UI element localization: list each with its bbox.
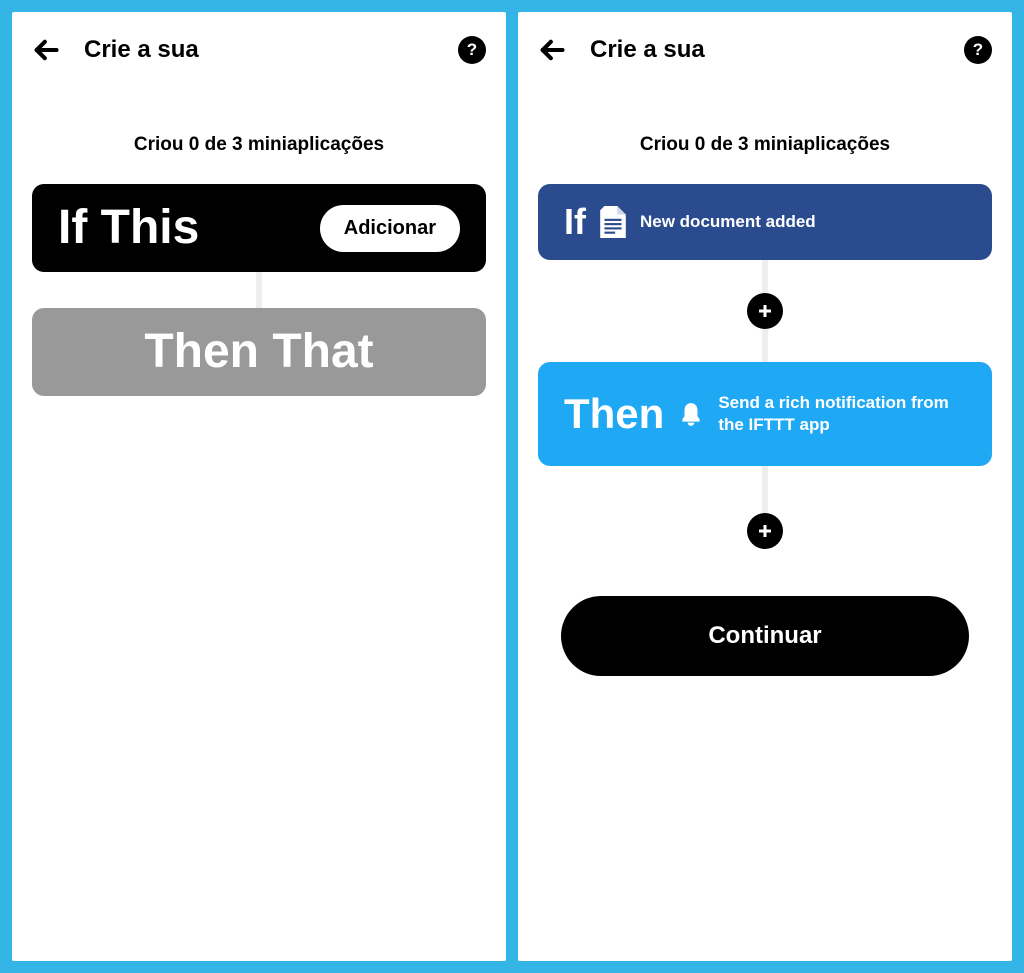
connector-group <box>747 260 783 362</box>
page-title: Crie a sua <box>84 36 434 64</box>
if-trigger-card[interactable]: If New document added <box>538 184 992 260</box>
add-step-button[interactable] <box>747 513 783 549</box>
connector-line <box>256 272 262 308</box>
then-label: Then <box>564 390 664 438</box>
connector-group <box>747 466 783 546</box>
flow-container: If New document added Then <box>538 184 992 676</box>
page-title: Crie a sua <box>590 36 940 64</box>
if-this-card[interactable]: If This Adicionar <box>32 184 486 272</box>
if-label: If <box>564 204 586 240</box>
connector-line <box>762 326 768 362</box>
applet-count: Criou 0 de 3 miniaplicações <box>538 134 992 156</box>
add-button[interactable]: Adicionar <box>320 205 460 252</box>
then-action-card[interactable]: Then Send a rich notification from the I… <box>538 362 992 466</box>
flow-container: If This Adicionar Then That <box>32 184 486 396</box>
add-step-button[interactable] <box>747 293 783 329</box>
if-description: New document added <box>640 211 966 233</box>
if-this-title: If This <box>58 204 199 252</box>
help-icon[interactable]: ? <box>458 36 486 64</box>
document-icon <box>600 206 626 238</box>
header: Crie a sua ? <box>32 36 486 64</box>
header: Crie a sua ? <box>538 36 992 64</box>
then-description: Send a rich notification from the IFTTT … <box>718 392 966 436</box>
right-panel: Crie a sua ? Criou 0 de 3 miniaplicações… <box>518 12 1012 961</box>
applet-count: Criou 0 de 3 miniaplicações <box>32 134 486 156</box>
continue-button[interactable]: Continuar <box>561 596 970 676</box>
then-that-card: Then That <box>32 308 486 396</box>
left-panel: Crie a sua ? Criou 0 de 3 miniaplicações… <box>12 12 506 961</box>
back-arrow-icon[interactable] <box>32 36 60 64</box>
help-icon[interactable]: ? <box>964 36 992 64</box>
then-that-title: Then That <box>144 328 373 376</box>
bell-icon <box>678 401 704 427</box>
connector-line <box>762 260 768 296</box>
back-arrow-icon[interactable] <box>538 36 566 64</box>
connector-line <box>762 466 768 516</box>
